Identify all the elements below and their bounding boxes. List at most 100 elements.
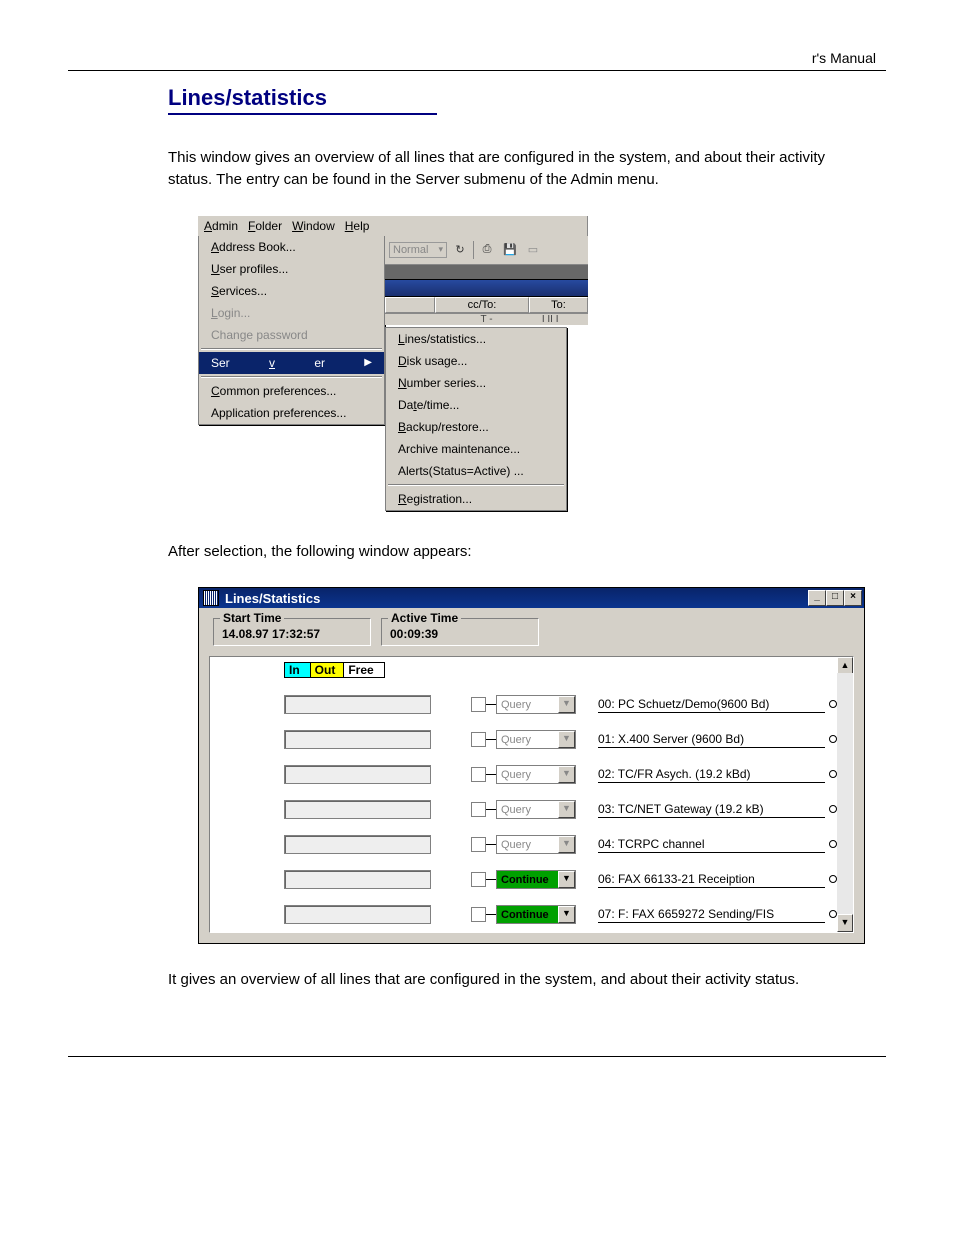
column-header-row: cc/To: To: <box>385 297 588 314</box>
section-title: Lines/statistics <box>168 85 437 115</box>
end-node-icon <box>829 700 837 708</box>
mode-combo[interactable]: Query ▼ <box>496 730 576 749</box>
line-checkbox[interactable] <box>471 872 486 887</box>
minimize-button[interactable]: _ <box>808 590 826 606</box>
end-node-icon <box>829 735 837 743</box>
dropdown-icon[interactable]: ▼ <box>558 731 575 748</box>
mode-combo[interactable]: Query▼ <box>496 695 576 714</box>
admin-item-3: Login... <box>199 302 384 324</box>
admin-item-0[interactable]: Address Book... <box>199 236 384 258</box>
mode-combo[interactable]: Query▼ <box>496 800 576 819</box>
mode-label: Query <box>501 769 531 781</box>
menu-help[interactable]: Help <box>345 219 370 233</box>
active-time-label: Active Time <box>388 611 461 625</box>
end-node-icon <box>829 805 837 813</box>
refresh-icon[interactable]: ↻ <box>450 240 470 260</box>
activity-bar <box>284 730 431 749</box>
line-row: Continue▼ 07: F: FAX 6659272 Sending/FIS <box>210 902 837 927</box>
mode-combo[interactable]: Continue ▼ <box>496 870 576 889</box>
line-row: Continue ▼ 06: FAX 66133-21 Receiption <box>210 867 837 892</box>
admin-item-7[interactable]: Application preferences... <box>199 402 384 424</box>
selection-bar <box>385 279 588 297</box>
close-button[interactable]: × <box>844 590 862 606</box>
server-item-3[interactable]: Date/time... <box>386 394 566 416</box>
tiny-row: T -I II I <box>385 314 588 325</box>
line-label: 07: F: FAX 6659272 Sending/FIS <box>598 907 825 923</box>
maximize-button[interactable]: □ <box>826 590 844 606</box>
active-time-value: 00:09:39 <box>390 627 438 641</box>
end-node-icon <box>829 840 837 848</box>
activity-bar <box>284 905 431 924</box>
dropdown-icon[interactable]: ▼ <box>558 801 575 818</box>
page-footer <box>68 1056 886 1065</box>
line-label: 06: FAX 66133-21 Receiption <box>598 872 825 888</box>
server-item-5[interactable]: Archive maintenance... <box>386 438 566 460</box>
dropdown-icon[interactable]: ▼ <box>558 696 575 713</box>
vertical-scrollbar[interactable]: ▲ ▼ <box>837 657 853 932</box>
admin-item-5[interactable]: Server▶ <box>199 352 384 374</box>
server-item-6[interactable]: Alerts(Status=Active) ... <box>386 460 566 482</box>
line-checkbox[interactable] <box>471 697 486 712</box>
admin-item-1[interactable]: User profiles... <box>199 258 384 280</box>
line-label: 04: TCRPC channel <box>598 837 825 853</box>
menu-admin[interactable]: Admin <box>204 219 238 233</box>
server-item-0[interactable]: Lines/statistics... <box>386 328 566 350</box>
dropdown-icon[interactable]: ▼ <box>558 766 575 783</box>
menu-folder[interactable]: Folder <box>248 219 282 233</box>
server-item-7[interactable]: Registration... <box>386 488 566 510</box>
header-right: r's Manual <box>812 50 876 66</box>
submenu-arrow-icon: ▶ <box>364 357 372 368</box>
mode-label: Query <box>501 839 531 851</box>
line-label: 00: PC Schuetz/Demo(9600 Bd) <box>598 697 825 713</box>
server-item-1[interactable]: Disk usage... <box>386 350 566 372</box>
doc-icon[interactable]: ▭ <box>523 240 543 260</box>
line-label: 01: X.400 Server (9600 Bd) <box>598 732 825 748</box>
scroll-down-button[interactable]: ▼ <box>837 914 853 932</box>
lines-statistics-window: Lines/Statistics _ □ × Start Time 14.08.… <box>198 587 865 944</box>
activity-bar <box>284 835 431 854</box>
window-titlebar: Lines/Statistics _ □ × <box>199 588 864 608</box>
admin-item-6[interactable]: Common preferences... <box>199 380 384 402</box>
end-node-icon <box>829 910 837 918</box>
col-ccto[interactable]: cc/To: <box>435 297 529 313</box>
admin-item-2[interactable]: Services... <box>199 280 384 302</box>
dropdown-icon[interactable]: ▼ <box>558 906 575 923</box>
legend-in: In <box>284 662 311 678</box>
activity-bar <box>284 800 431 819</box>
menu-window[interactable]: Window <box>292 219 335 233</box>
mode-combo[interactable]: Query ▼ <box>496 765 576 784</box>
server-item-4[interactable]: Backup/restore... <box>386 416 566 438</box>
toolbar: Normal ↻ ⎙ 💾 ▭ <box>385 236 588 265</box>
caption: It gives an overview of all lines that a… <box>168 969 856 991</box>
menu-bar: Admin Folder Window Help <box>198 216 588 236</box>
col-to[interactable]: To: <box>529 297 588 313</box>
mode-combo[interactable]: Continue▼ <box>496 905 576 924</box>
line-checkbox[interactable] <box>471 907 486 922</box>
line-checkbox[interactable] <box>471 732 486 747</box>
lines-area: In Out Free ▲ ▼ Query ▼ 00: PC Schuetz/Dem… <box>209 656 854 933</box>
priority-combo[interactable]: Normal <box>389 242 447 258</box>
line-checkbox[interactable] <box>471 767 486 782</box>
activity-bar <box>284 870 431 889</box>
intro-paragraph: This window gives an overview of all lin… <box>168 147 856 191</box>
mode-label: Query <box>501 734 531 746</box>
admin-item-4: Change password <box>199 324 384 346</box>
server-submenu: Lines/statistics...Disk usage...Number s… <box>385 327 567 511</box>
dropdown-icon[interactable]: ▼ <box>558 836 575 853</box>
print-icon[interactable]: ⎙ <box>477 240 497 260</box>
server-item-2[interactable]: Number series... <box>386 372 566 394</box>
line-label: 03: TC/NET Gateway (19.2 kB) <box>598 802 825 818</box>
window-title: Lines/Statistics <box>225 591 320 606</box>
save-icon[interactable]: 💾 <box>500 240 520 260</box>
line-checkbox[interactable] <box>471 837 486 852</box>
header-rule <box>68 70 886 71</box>
mode-combo[interactable]: Query ▼ <box>496 835 576 854</box>
legend-row: In Out Free <box>284 662 385 678</box>
scroll-track[interactable] <box>837 673 853 916</box>
dropdown-icon[interactable]: ▼ <box>558 871 575 888</box>
line-checkbox[interactable] <box>471 802 486 817</box>
spacer-dark <box>385 265 588 279</box>
start-time-value: 14.08.97 17:32:57 <box>222 627 320 641</box>
mode-label: Continue <box>501 874 549 886</box>
line-row: Query▼ 03: TC/NET Gateway (19.2 kB) <box>210 797 837 822</box>
